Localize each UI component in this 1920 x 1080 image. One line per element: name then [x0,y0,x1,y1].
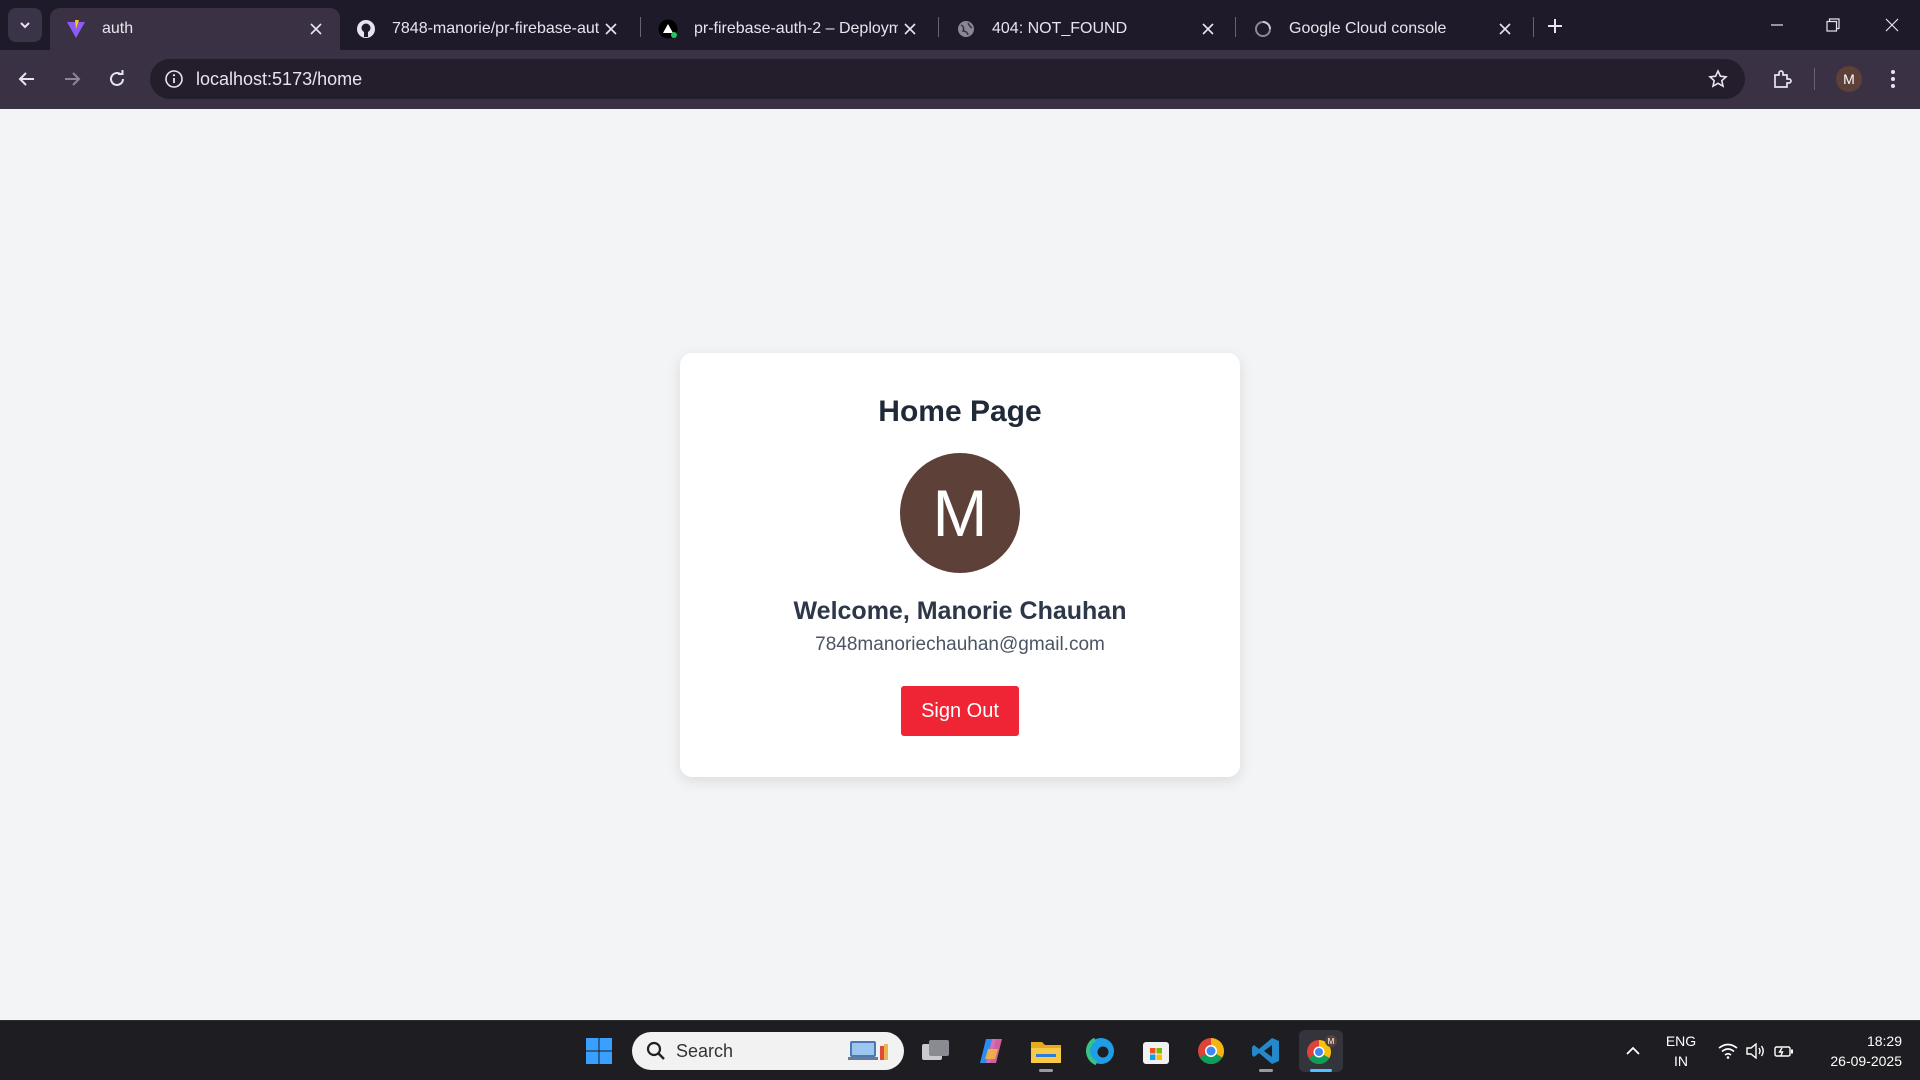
github-icon [356,19,376,39]
chevron-down-icon [20,22,30,29]
tab-divider [938,17,939,37]
clock-time: 18:29 [1866,1033,1902,1049]
tab-divider [1533,17,1534,37]
tab-not-found[interactable]: 404: NOT_FOUND [940,8,1232,50]
input-language-indicator[interactable]: ENG IN [1660,1031,1702,1071]
tab-strip: auth 7848-manorie/pr-firebase-auth pr-fi… [0,0,1920,50]
vite-icon [66,19,86,39]
tab-title: auth [102,20,134,37]
tab-title: pr-firebase-auth-2 – Deployments [694,20,898,37]
minimize-icon [1771,24,1783,26]
tab-github[interactable]: 7848-manorie/pr-firebase-auth [340,8,635,50]
close-window-button[interactable] [1864,0,1920,50]
taskbar: Search M ENG IN 18:29 26-09-2025 [0,1020,1920,1080]
chrome-profile-button[interactable]: M [1299,1030,1343,1072]
clock-date: 26-09-2025 [1830,1053,1902,1069]
user-avatar: M [900,453,1020,573]
more-vertical-icon [1891,70,1895,88]
chrome-icon [1198,1038,1225,1065]
close-icon[interactable] [1196,17,1220,41]
tab-vercel[interactable]: pr-firebase-auth-2 – Deployments [642,8,934,50]
close-icon[interactable] [1493,17,1517,41]
taskbar-search-box[interactable]: Search [632,1032,904,1070]
toolbar-divider [1814,68,1815,90]
minimize-button[interactable] [1749,0,1805,50]
reload-button[interactable] [100,62,134,96]
volume-icon [1746,1043,1764,1059]
welcome-message: Welcome, Manorie Chauhan [793,597,1127,625]
tab-divider [640,17,641,37]
chrome-button[interactable] [1189,1030,1233,1072]
store-icon [1143,1042,1169,1064]
taskbar-clock[interactable]: 18:29 26-09-2025 [1808,1031,1902,1071]
url-text: localhost:5173/home [196,69,363,89]
new-tab-button[interactable] [1540,11,1570,41]
battery-icon [1774,1046,1793,1057]
forward-button[interactable] [55,62,89,96]
search-icon [646,1041,665,1060]
region-code: IN [1674,1053,1688,1069]
task-view-icon [922,1040,949,1060]
reload-icon [110,70,124,86]
restore-button[interactable] [1805,0,1861,50]
loading-spinner-icon [1253,19,1273,39]
site-info-icon[interactable] [160,65,188,93]
search-label: Search [676,1040,734,1061]
start-icon [586,1038,612,1064]
close-icon[interactable] [304,17,328,41]
copilot-icon [980,1039,1002,1063]
vscode-button[interactable] [1244,1030,1288,1072]
edge-button[interactable] [1079,1030,1123,1072]
user-email: 7848manoriechauhan@gmail.com [815,634,1105,655]
active-indicator [1310,1069,1332,1072]
edge-icon [1086,1036,1116,1066]
plus-icon [1548,19,1562,33]
browser-toolbar: localhost:5173/home [0,50,1920,109]
page-title: Home Page [878,395,1042,428]
restore-icon [1826,18,1840,32]
tab-search-button[interactable] [8,8,42,42]
bookmark-star-icon[interactable] [1705,66,1731,92]
sign-out-button[interactable]: Sign Out [901,686,1019,736]
task-view-button[interactable] [914,1030,958,1072]
profile-avatar[interactable]: M [1836,66,1862,92]
chevron-up-icon [1626,1046,1640,1055]
arrow-right-icon [65,72,81,86]
close-icon[interactable] [599,17,623,41]
tab-divider [1235,17,1236,37]
close-icon[interactable] [898,17,922,41]
chrome-profile-icon: M [1307,1035,1337,1065]
file-explorer-icon [1031,1042,1061,1063]
menu-button[interactable] [1876,62,1910,96]
running-indicator [1259,1069,1273,1072]
system-status-button[interactable] [1716,1021,1796,1080]
show-hidden-icons-button[interactable] [1618,1021,1648,1080]
address-bar[interactable]: localhost:5173/home [150,59,1745,99]
svg-text:M: M [1328,1037,1335,1046]
tab-title: Google Cloud console [1289,20,1447,37]
page-viewport: Home Page M Welcome, Manorie Chauhan 784… [0,109,1920,1020]
tab-title: 404: NOT_FOUND [992,20,1128,37]
store-button[interactable] [1134,1030,1178,1072]
globe-icon [956,19,976,39]
start-button[interactable] [577,1030,621,1072]
running-indicator [1039,1069,1053,1072]
vscode-icon [1252,1038,1279,1064]
puzzle-icon [1774,70,1792,88]
language-code: ENG [1665,1033,1697,1049]
extensions-button[interactable] [1765,62,1799,96]
search-highlight-icon [848,1041,888,1060]
vercel-icon [658,19,678,39]
file-explorer-button[interactable] [1024,1030,1068,1072]
tab-google-cloud[interactable]: Google Cloud console [1237,8,1529,50]
copilot-button[interactable] [969,1030,1013,1072]
close-icon [1885,18,1899,32]
home-card: Home Page M Welcome, Manorie Chauhan 784… [680,353,1240,777]
tab-title: 7848-manorie/pr-firebase-auth [392,20,599,37]
tab-auth[interactable]: auth [50,8,340,50]
back-button[interactable] [10,62,44,96]
wifi-icon [1718,1043,1738,1059]
arrow-left-icon [18,72,34,86]
